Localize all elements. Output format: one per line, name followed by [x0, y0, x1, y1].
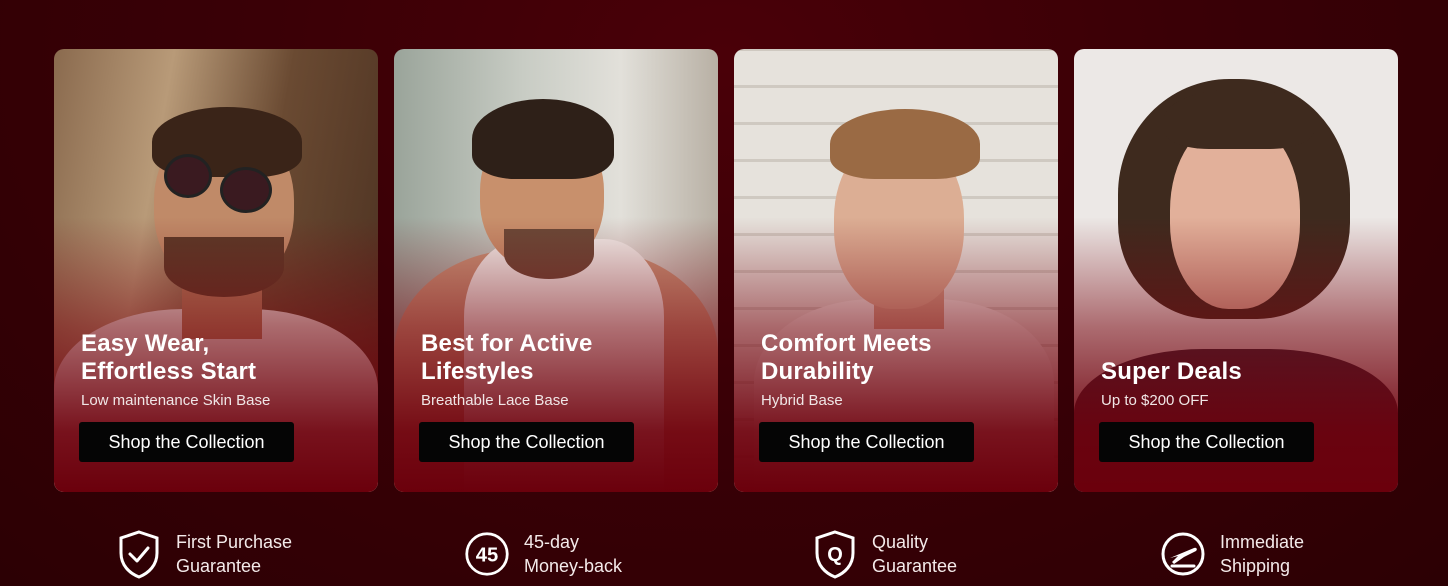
feature-shipping: Immediate Shipping — [1098, 530, 1398, 578]
feature-quality: Q Quality Guarantee — [750, 530, 1050, 579]
shop-collection-button[interactable]: Shop the Collection — [1099, 422, 1314, 462]
collection-card-comfort-durability[interactable]: Comfort Meets Durability Hybrid Base Sho… — [734, 49, 1058, 492]
shop-collection-button[interactable]: Shop the Collection — [79, 422, 294, 462]
feature-money-back: 45 45-day Money-back — [402, 530, 702, 578]
card-subtitle: Up to $200 OFF — [1101, 392, 1209, 409]
feature-label: Immediate Shipping — [1220, 532, 1305, 576]
badge-letter: Q — [827, 544, 843, 566]
collection-cards: Easy Wear, Effortless Start Low maintena… — [54, 49, 1398, 492]
collection-card-super-deals[interactable]: Super Deals Up to $200 OFF Shop the Coll… — [1074, 49, 1398, 492]
card-title: Comfort Meets Durability — [761, 330, 932, 385]
badge-number: 45 — [476, 544, 499, 566]
card-subtitle: Low maintenance Skin Base — [81, 392, 271, 409]
collection-card-active-lifestyles[interactable]: Best for Active Lifestyles Breathable La… — [394, 49, 718, 492]
quality-shield-icon: Q — [812, 530, 858, 579]
card-title: Best for Active Lifestyles — [421, 330, 593, 385]
card-subtitle: Breathable Lace Base — [421, 392, 569, 409]
45-day-badge-icon: 45 — [464, 531, 510, 577]
feature-label: First Purchase Guarantee — [176, 532, 293, 576]
shop-collection-button[interactable]: Shop the Collection — [419, 422, 634, 462]
feature-label: Quality Guarantee — [872, 532, 958, 576]
shield-check-icon — [116, 530, 162, 579]
airplane-icon — [1160, 531, 1206, 577]
card-title: Super Deals — [1101, 358, 1242, 385]
feature-label: 45-day Money-back — [524, 532, 623, 576]
card-title: Easy Wear, Effortless Start — [81, 330, 257, 385]
feature-first-purchase: First Purchase Guarantee — [54, 530, 354, 579]
shop-collection-button[interactable]: Shop the Collection — [759, 422, 974, 462]
card-subtitle: Hybrid Base — [761, 392, 843, 409]
benefits-bar: First Purchase Guarantee 45 45-day Money… — [54, 530, 1398, 579]
collection-card-easy-wear[interactable]: Easy Wear, Effortless Start Low maintena… — [54, 49, 378, 492]
